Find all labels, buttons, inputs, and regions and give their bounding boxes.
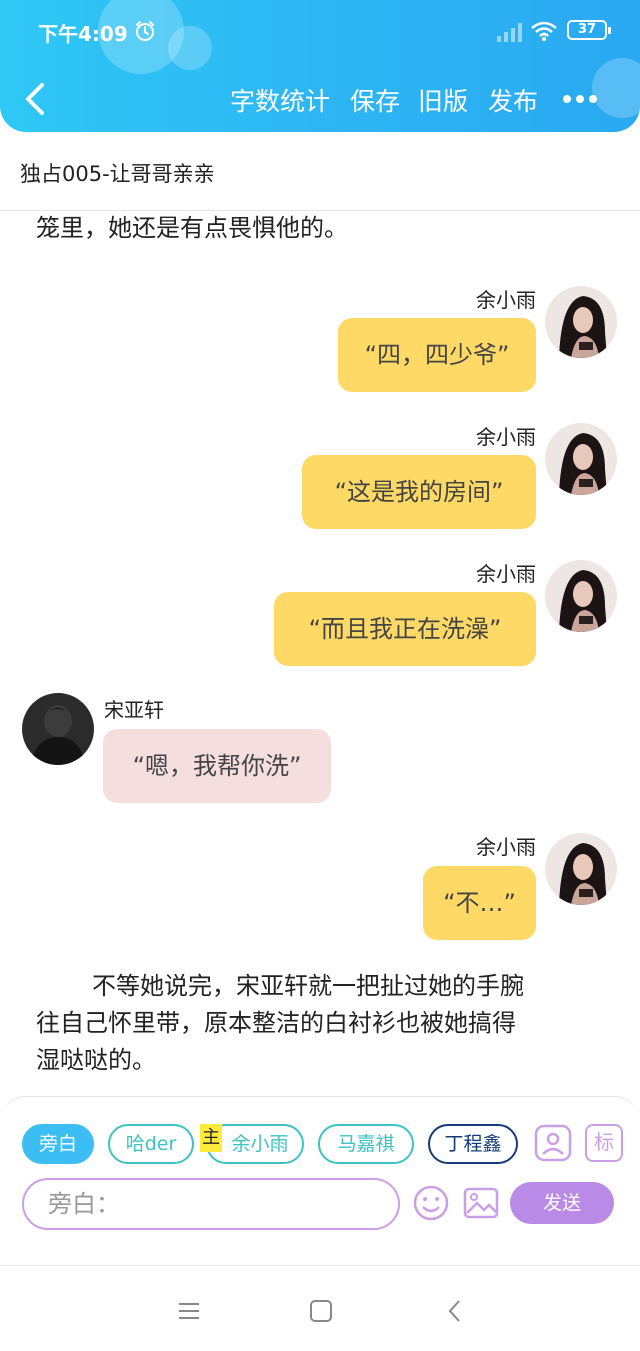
role-chip-narrator[interactable]: 旁白	[22, 1124, 94, 1164]
chat-bubble[interactable]: “这是我的房间”	[302, 455, 536, 529]
image-icon[interactable]	[462, 1184, 500, 1222]
signal-icon	[497, 23, 522, 42]
publish-button[interactable]: 发布	[488, 82, 538, 118]
save-button[interactable]: 保存	[350, 82, 400, 118]
back-icon[interactable]	[22, 82, 48, 116]
speaker-name: 余小雨	[476, 835, 536, 859]
document-title: 独占005-让哥哥亲亲	[20, 162, 215, 186]
chat-bubble[interactable]: “不…”	[423, 866, 536, 940]
host-tag: 主	[200, 1124, 222, 1152]
send-button[interactable]: 发送	[510, 1182, 614, 1224]
emoji-icon[interactable]	[412, 1184, 450, 1222]
word-count-button[interactable]: 字数统计	[230, 82, 330, 118]
avatar[interactable]	[545, 423, 617, 495]
speaker-name: 余小雨	[476, 562, 536, 586]
message-input[interactable]: 旁白：	[22, 1178, 400, 1230]
system-nav-bar	[0, 1265, 640, 1351]
chat-bubble[interactable]: “嗯，我帮你洗”	[103, 729, 331, 803]
status-time: 下午4:09	[38, 22, 128, 46]
menu-icon[interactable]	[176, 1298, 202, 1324]
speaker-name: 余小雨	[476, 288, 536, 312]
app-header: 下午4:09 37 字数统计 保存 旧版 发布	[0, 0, 640, 132]
narration-line: 不等她说完，宋亚轩就一把扯过她的手腕	[92, 972, 524, 1000]
avatar[interactable]	[545, 560, 617, 632]
battery-icon: 37	[567, 20, 611, 40]
role-chip-hader[interactable]: 哈der	[108, 1124, 194, 1164]
narration-line: 往自己怀里带，原本整洁的白衬衫也被她搞得	[36, 1009, 516, 1037]
avatar[interactable]	[22, 693, 94, 765]
battery-tip	[608, 27, 611, 34]
role-chip-ma-jiaqi[interactable]: 马嘉祺	[318, 1124, 414, 1164]
toolbar: 字数统计 保存 旧版 发布	[0, 70, 640, 128]
avatar[interactable]	[545, 833, 617, 905]
character-manage-icon[interactable]	[534, 1124, 572, 1162]
narration-line: 湿哒哒的。	[36, 1046, 156, 1074]
speaker-name: 宋亚轩	[104, 698, 164, 722]
battery-level: 37	[577, 22, 597, 37]
role-chip-ding-chengxin[interactable]: 丁程鑫	[428, 1124, 518, 1164]
more-icon[interactable]	[562, 94, 598, 104]
narration-text: 笼里，她还是有点畏惧他的。	[36, 214, 348, 242]
mark-button[interactable]: 标	[585, 1124, 623, 1162]
back-nav-icon[interactable]	[442, 1298, 468, 1324]
home-icon[interactable]	[308, 1298, 334, 1324]
old-version-button[interactable]: 旧版	[418, 82, 468, 118]
chat-bubble[interactable]: “四，四少爷”	[338, 318, 536, 392]
alarm-icon	[136, 21, 154, 41]
avatar[interactable]	[545, 286, 617, 358]
status-bar: 下午4:09 37	[0, 0, 640, 62]
chat-bubble[interactable]: “而且我正在洗澡”	[274, 592, 536, 666]
wifi-icon	[531, 21, 557, 41]
speaker-name: 余小雨	[476, 425, 536, 449]
